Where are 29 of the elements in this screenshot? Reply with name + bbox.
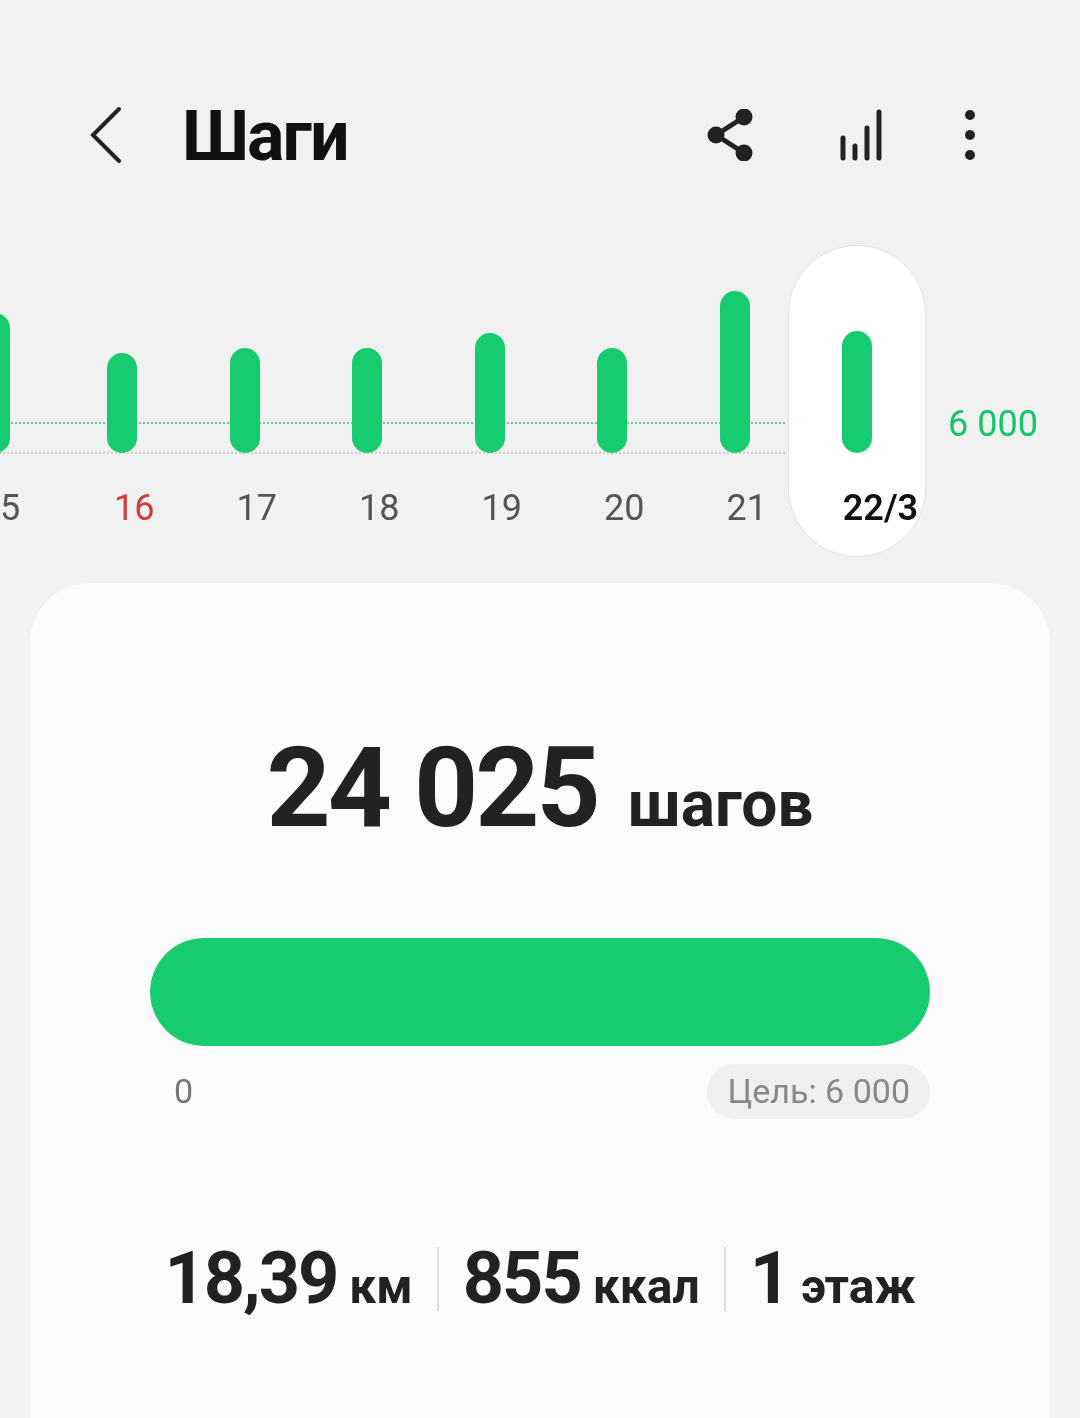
- stat-value: 855: [462, 1239, 581, 1319]
- step-bar[interactable]: [229, 348, 260, 453]
- day-label[interactable]: 22/3: [842, 486, 919, 530]
- scale-min-label: 0: [174, 1070, 194, 1113]
- share-icon: [706, 109, 754, 161]
- goal-badge: Цель: 6 000: [707, 1064, 930, 1119]
- stat-value: 1: [749, 1239, 789, 1319]
- stat-unit: ккал: [592, 1259, 700, 1315]
- step-bar[interactable]: [352, 348, 382, 453]
- stat-unit: км: [349, 1259, 413, 1315]
- step-bar[interactable]: [597, 348, 627, 453]
- more-options-icon: [964, 109, 976, 161]
- day-label[interactable]: 20: [604, 486, 645, 530]
- day-label[interactable]: 16: [114, 486, 155, 530]
- step-unit: шагов: [627, 770, 814, 840]
- step-bar[interactable]: [474, 333, 505, 453]
- step-bar[interactable]: [719, 291, 750, 453]
- day-label[interactable]: 5: [0, 486, 21, 530]
- stat-value: 18,39: [164, 1239, 338, 1319]
- day-label[interactable]: 18: [359, 486, 400, 530]
- day-label[interactable]: 17: [236, 486, 277, 530]
- page-title: Шаги: [182, 96, 348, 176]
- step-count: 24 025: [266, 728, 598, 848]
- goal-line-label: 6 000: [948, 404, 1038, 444]
- day-label[interactable]: 19: [481, 486, 522, 530]
- stat-unit: этаж: [800, 1259, 916, 1315]
- step-bar[interactable]: [842, 331, 872, 453]
- day-label[interactable]: 21: [726, 486, 767, 530]
- step-bar[interactable]: [107, 353, 137, 453]
